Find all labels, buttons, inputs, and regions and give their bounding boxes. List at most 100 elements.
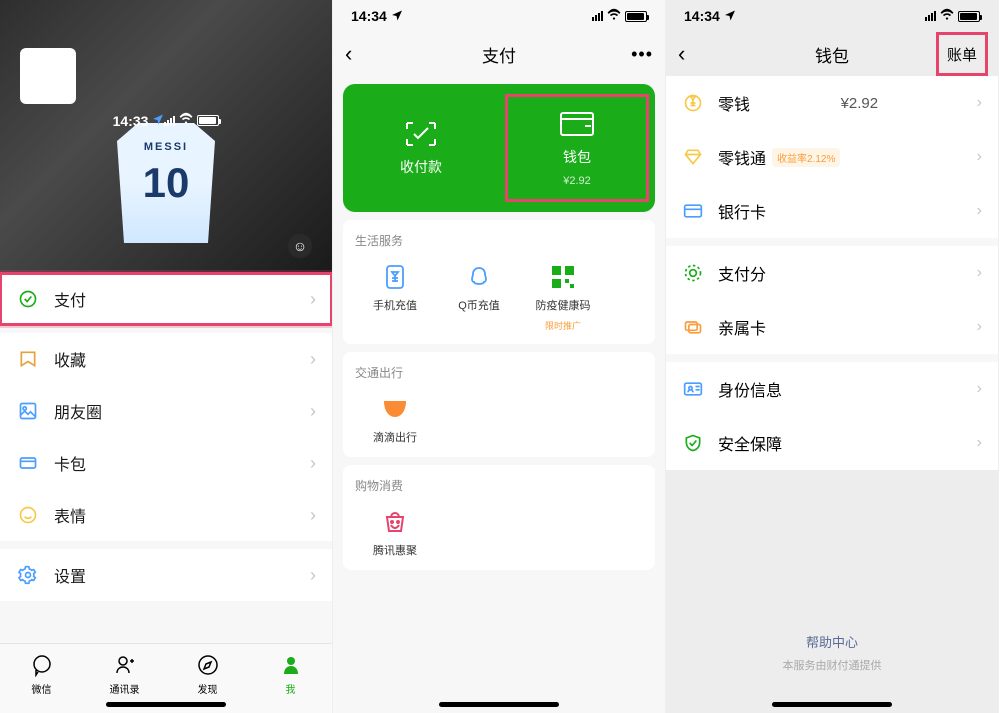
didi-icon	[381, 395, 409, 423]
tab-contacts[interactable]: 通讯录	[83, 652, 166, 696]
menu-item-settings[interactable]: 设置 ›	[0, 541, 332, 601]
floating-reaction-icon[interactable]: ☺	[288, 234, 312, 258]
score-icon	[682, 262, 704, 284]
chevron-right-icon: ›	[310, 349, 316, 370]
back-button[interactable]: ‹	[345, 41, 352, 67]
service-label: Q币充值	[458, 297, 500, 313]
wifi-icon	[940, 8, 954, 25]
phone-icon	[381, 263, 409, 291]
service-label: 腾讯惠聚	[373, 542, 417, 558]
menu-label: 表情	[54, 503, 86, 527]
wallet-balance: ¥2.92	[563, 175, 591, 187]
rate-tag: 收益率2.12%	[772, 148, 840, 167]
profile-header-image: 14:33 10 ☺	[0, 0, 332, 273]
contacts-icon	[112, 652, 138, 678]
tab-discover[interactable]: 发现	[166, 652, 249, 696]
wallet-item-identity[interactable]: 身份信息 ›	[666, 362, 998, 416]
wallet-item-pay-score[interactable]: 支付分 ›	[666, 246, 998, 300]
tab-label: 通讯录	[110, 681, 140, 696]
tab-bar: 微信 通讯录 发现 我	[0, 643, 332, 713]
service-tencent-huiju[interactable]: 腾讯惠聚	[355, 508, 435, 558]
wallet-label: 钱包	[563, 147, 591, 167]
cellular-icon	[592, 11, 603, 21]
wallet-list-3: 身份信息 › 安全保障 ›	[666, 362, 998, 470]
wallet-footer: 帮助中心 本服务由财付通提供	[666, 632, 998, 673]
status-time: 14:33	[113, 113, 149, 129]
qrcode-icon	[549, 263, 577, 291]
menu-label: 设置	[54, 563, 86, 587]
cellular-icon	[925, 11, 936, 21]
tab-chats[interactable]: 微信	[0, 652, 83, 696]
battery-icon	[958, 11, 980, 22]
chevron-right-icon: ›	[310, 401, 316, 422]
more-button[interactable]: •••	[631, 44, 653, 65]
wallet-item-change-plus[interactable]: 零钱通 收益率2.12% ›	[666, 130, 998, 184]
service-sublabel: 限时推广	[545, 319, 581, 332]
service-label: 手机充值	[373, 297, 417, 313]
menu-label: 卡包	[54, 451, 86, 475]
gear-icon	[16, 563, 40, 587]
tab-label: 我	[286, 681, 296, 696]
service-didi[interactable]: 滴滴出行	[355, 395, 435, 445]
wallet-item-family-card[interactable]: 亲属卡 ›	[666, 300, 998, 354]
tab-label: 微信	[32, 681, 52, 696]
item-label: 亲属卡	[718, 315, 766, 339]
menu-item-cards[interactable]: 卡包 ›	[0, 437, 332, 489]
status-time: 14:34	[684, 8, 720, 24]
menu-item-stickers[interactable]: 表情 ›	[0, 489, 332, 541]
cellular-icon	[164, 116, 175, 126]
wifi-icon	[607, 8, 621, 25]
favorites-icon	[16, 347, 40, 371]
chevron-right-icon: ›	[310, 565, 316, 586]
chevron-right-icon: ›	[977, 380, 982, 398]
chevron-right-icon: ›	[310, 289, 316, 310]
chevron-right-icon: ›	[310, 505, 316, 526]
provider-text: 本服务由财付通提供	[666, 657, 998, 673]
status-bar: 14:34	[666, 0, 998, 32]
section-title: 购物消费	[355, 477, 643, 494]
tab-me[interactable]: 我	[249, 652, 332, 696]
tab-label: 发现	[198, 681, 218, 696]
page-title: 支付	[333, 42, 665, 67]
qq-icon	[465, 263, 493, 291]
location-icon	[724, 9, 736, 24]
status-bar: 14:33	[95, 105, 238, 137]
item-label: 安全保障	[718, 431, 782, 455]
avatar[interactable]	[20, 48, 76, 104]
back-button[interactable]: ‹	[678, 41, 685, 67]
chevron-right-icon: ›	[977, 148, 982, 166]
help-center-link[interactable]: 帮助中心	[666, 632, 998, 651]
menu-label: 支付	[54, 287, 86, 311]
bills-button[interactable]: 账单	[936, 32, 988, 76]
pay-card: 收付款 钱包 ¥2.92	[343, 84, 655, 212]
wallet-item-security[interactable]: 安全保障 ›	[666, 416, 998, 470]
profile-menu-list: 支付 › 收藏 › 朋友圈 › 卡包 › 表情 › 设置 ›	[0, 273, 332, 601]
menu-item-favorites[interactable]: 收藏 ›	[0, 325, 332, 385]
wallet-item-bank-cards[interactable]: 银行卡 ›	[666, 184, 998, 238]
section-title: 生活服务	[355, 232, 643, 249]
menu-item-moments[interactable]: 朋友圈 ›	[0, 385, 332, 437]
menu-label: 朋友圈	[54, 399, 102, 423]
qr-scan-icon	[401, 119, 441, 149]
cards-icon	[16, 451, 40, 475]
section-transport: 交通出行 滴滴出行	[343, 352, 655, 457]
menu-label: 收藏	[54, 347, 86, 371]
home-indicator	[772, 702, 892, 707]
home-indicator	[106, 702, 226, 707]
section-life-services: 生活服务 手机充值 Q币充值 防疫健康码 限时推广	[343, 220, 655, 344]
wallet-button[interactable]: 钱包 ¥2.92	[499, 102, 655, 194]
divider	[666, 354, 998, 362]
shield-icon	[682, 432, 704, 454]
menu-item-pay[interactable]: 支付 ›	[0, 273, 332, 325]
location-icon	[391, 9, 403, 24]
moments-icon	[16, 399, 40, 423]
receive-pay-button[interactable]: 收付款	[343, 102, 499, 194]
service-health-code[interactable]: 防疫健康码 限时推广	[523, 263, 603, 332]
wallet-item-change[interactable]: 零钱 ¥2.92 ›	[666, 76, 998, 130]
service-qcoin[interactable]: Q币充值	[439, 263, 519, 332]
chevron-right-icon: ›	[977, 264, 982, 282]
chat-icon	[29, 652, 55, 678]
nav-bar: ‹ 支付 •••	[333, 32, 665, 76]
family-card-icon	[682, 316, 704, 338]
service-mobile-topup[interactable]: 手机充值	[355, 263, 435, 332]
